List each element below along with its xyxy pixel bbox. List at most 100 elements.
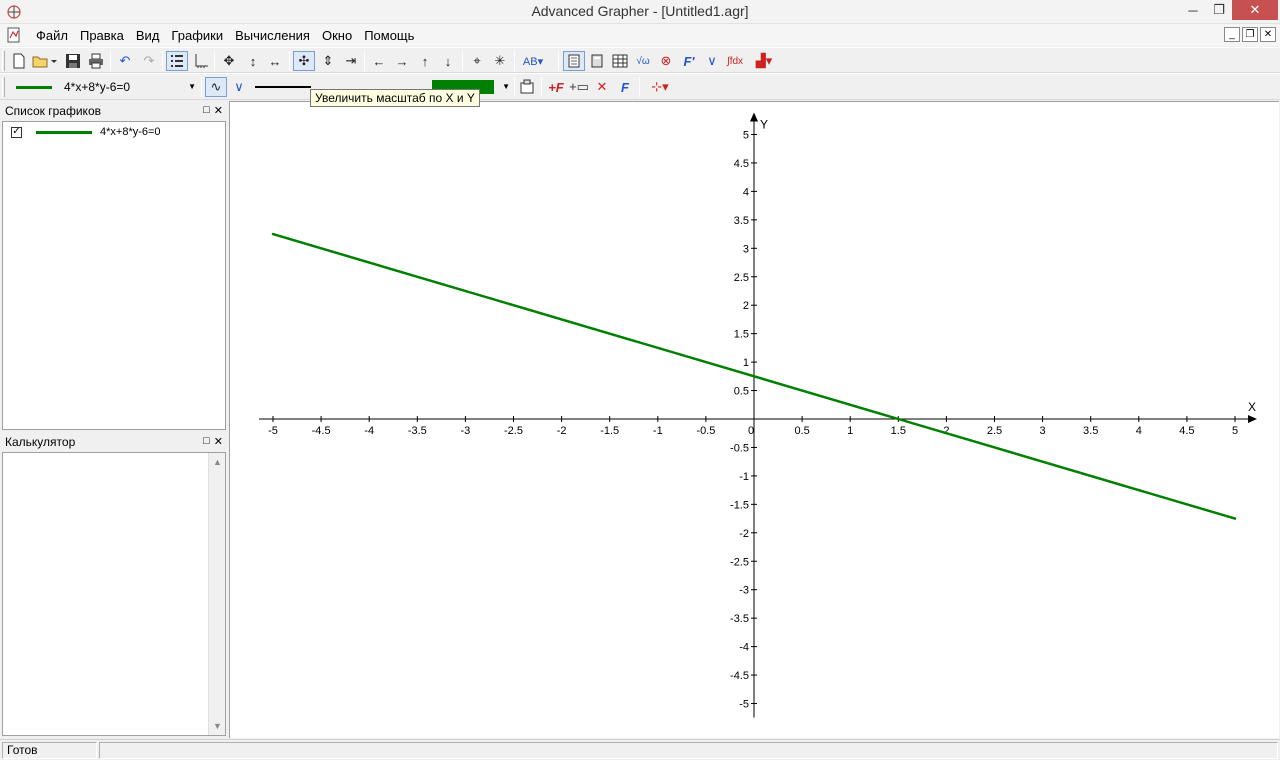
new-file-icon[interactable]: [8, 51, 30, 71]
title-bar: Advanced Grapher - [Untitled1.agr] ─ ❐ ✕: [0, 0, 1280, 24]
redo-icon[interactable]: ↷: [138, 51, 160, 71]
list-item[interactable]: ✓ 4*x+8*y-6=0: [11, 126, 161, 138]
arrow-up-icon[interactable]: ↑: [414, 51, 436, 71]
zoom-x-icon[interactable]: ⇥: [340, 51, 362, 71]
tracing-icon[interactable]: ⊹▾: [643, 77, 677, 97]
move-vertical-icon[interactable]: ↕: [242, 51, 264, 71]
toolbar-grip[interactable]: [2, 51, 5, 71]
x-tick-label: 1: [847, 425, 853, 437]
graph-list-icon[interactable]: [166, 51, 188, 71]
scroll-up-icon[interactable]: ▲: [213, 457, 222, 467]
calculator-scrollbar[interactable]: ▲ ▼: [208, 453, 225, 735]
add-graph-icon[interactable]: +F: [545, 77, 567, 97]
move-horizontal-icon[interactable]: ↔: [264, 51, 286, 71]
graph-properties-icon[interactable]: [516, 77, 538, 97]
move-all-icon[interactable]: ✥: [218, 51, 240, 71]
x-tick-label: -3: [461, 425, 471, 437]
graph-list-header: Список графиков □ ✕: [2, 102, 226, 120]
graph-list-panel: Список графиков □ ✕ ✓ 4*x+8*y-6=0: [2, 102, 226, 430]
table-icon[interactable]: [609, 51, 631, 71]
arrow-left-icon[interactable]: ←: [368, 51, 390, 71]
panel-close-icon[interactable]: ✕: [214, 435, 223, 448]
open-icon[interactable]: [30, 51, 60, 71]
y-tick-label: -2.5: [730, 556, 749, 568]
toolbar-grip[interactable]: [2, 77, 5, 97]
derivative-icon[interactable]: F': [678, 51, 700, 71]
y-tick-label: 0.5: [734, 386, 749, 398]
mdi-minimize-button[interactable]: _: [1224, 27, 1240, 42]
x-tick-label: -4: [364, 425, 374, 437]
panel-restore-icon[interactable]: □: [203, 104, 210, 117]
graph-select-value: 4*x+8*y-6=0: [64, 80, 131, 94]
status-cell: [99, 742, 1278, 759]
window-title: Advanced Grapher - [Untitled1.agr]: [531, 3, 749, 19]
toolbar-separator: [514, 77, 515, 97]
menu-calculations[interactable]: Вычисления: [229, 28, 316, 43]
smooth-line-icon[interactable]: ∿: [205, 77, 227, 97]
graph-item-label: 4*x+8*y-6=0: [100, 126, 161, 138]
x-tick-label: 2: [943, 425, 949, 437]
menu-edit[interactable]: Правка: [74, 28, 130, 43]
y-tick-label: 4.5: [734, 158, 749, 170]
mdi-close-button[interactable]: ✕: [1260, 27, 1276, 42]
axes-icon[interactable]: [190, 51, 212, 71]
save-icon[interactable]: [62, 51, 84, 71]
menu-graphs[interactable]: Графики: [165, 28, 229, 43]
toolbar-separator: [364, 51, 365, 71]
calculator-title: Калькулятор: [5, 435, 76, 449]
undo-icon[interactable]: ↶: [114, 51, 136, 71]
x-tick-label: -2: [557, 425, 567, 437]
x-tick-label: 1.5: [891, 425, 906, 437]
calculator-icon[interactable]: [586, 51, 608, 71]
print-icon[interactable]: [85, 51, 107, 71]
statistics-icon[interactable]: ▟▾: [748, 51, 780, 71]
scroll-down-icon[interactable]: ▼: [213, 721, 222, 731]
toolbar-separator: [639, 77, 640, 97]
document-icon[interactable]: [6, 27, 22, 43]
arrow-down-icon[interactable]: ↓: [437, 51, 459, 71]
zoom-xy-icon[interactable]: ✣: [293, 51, 315, 71]
y-tick-label: -4.5: [730, 670, 749, 682]
add-table-icon[interactable]: +▭: [568, 77, 590, 97]
restore-button[interactable]: ❐: [1204, 0, 1234, 20]
graph-color-swatch: [16, 85, 52, 89]
y-tick-label: 2: [743, 300, 749, 312]
integral-icon[interactable]: ∫fdx: [724, 51, 746, 71]
status-text: Готов: [2, 742, 97, 759]
y-tick-label: -2: [739, 528, 749, 540]
zoom-y-icon[interactable]: ⇕: [317, 51, 339, 71]
arrow-right-icon[interactable]: →: [391, 51, 413, 71]
y-tick-label: -5: [739, 699, 749, 711]
menu-help[interactable]: Помощь: [358, 28, 420, 43]
labels-icon[interactable]: AB▾: [518, 51, 548, 71]
toolbar-separator: [541, 77, 542, 97]
page-icon[interactable]: [563, 51, 585, 71]
graph-visible-checkbox[interactable]: ✓: [11, 126, 22, 138]
panel-close-icon[interactable]: ✕: [214, 104, 223, 117]
center-icon[interactable]: ⌖: [466, 51, 488, 71]
delete-graph-icon[interactable]: ✕: [591, 77, 613, 97]
tangent-icon[interactable]: ∨: [701, 51, 723, 71]
panel-restore-icon[interactable]: □: [203, 435, 210, 448]
menu-file[interactable]: Файл: [30, 28, 74, 43]
close-button[interactable]: ✕: [1232, 0, 1278, 20]
intersection-icon[interactable]: ⊗: [655, 51, 677, 71]
graph-select[interactable]: 4*x+8*y-6=0 ▼: [10, 77, 198, 97]
plot-area[interactable]: X Y -5 -4.5 -4 -3.5 -3 -2.5 -2 -1.5 -1 -0.5 0 0.5 1 1.5…: [229, 101, 1279, 738]
edit-graph-icon[interactable]: F: [614, 77, 636, 97]
y-tick-label: 1: [743, 357, 749, 369]
menu-window[interactable]: Окно: [316, 28, 358, 43]
calculator-area[interactable]: ▲ ▼: [2, 452, 226, 736]
broken-line-icon[interactable]: ∨: [228, 77, 250, 97]
panel-buttons: □ ✕: [203, 104, 223, 117]
menu-view[interactable]: Вид: [130, 28, 166, 43]
x-tick-label: -5: [268, 425, 278, 437]
graph-canvas[interactable]: X Y -5 -4.5 -4 -3.5 -3 -2.5 -2 -1.5 -1 -0.5 0 0.5 1 1.5…: [230, 102, 1279, 738]
mdi-restore-button[interactable]: ❐: [1242, 27, 1258, 42]
menu-list: Файл Правка Вид Графики Вычисления Окно …: [30, 24, 420, 46]
fit-icon[interactable]: ✳: [489, 51, 511, 71]
calculator-header: Калькулятор □ ✕: [2, 433, 226, 451]
y-tick-label: 3.5: [734, 215, 749, 227]
toolbar-separator: [514, 51, 515, 71]
roots-icon[interactable]: √ω: [632, 51, 654, 71]
